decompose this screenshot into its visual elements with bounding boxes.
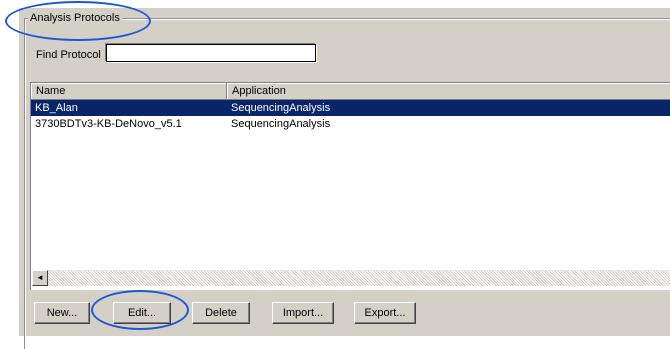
table-row[interactable]: KB_Alan SequencingAnalysis [31, 100, 670, 116]
cell-name: KB_Alan [35, 102, 78, 114]
find-protocol-label: Find Protocol [36, 49, 101, 61]
cell-application: SequencingAnalysis [231, 102, 331, 114]
delete-button[interactable]: Delete [192, 302, 250, 324]
find-protocol-input[interactable] [106, 44, 316, 62]
horizontal-scrollbar[interactable]: ◄ [32, 270, 670, 286]
column-header-application[interactable]: Application [227, 83, 670, 99]
group-title: Analysis Protocols [28, 11, 122, 25]
table-row[interactable]: 3730BDTv3-KB-DeNovo_v5.1 SequencingAnaly… [31, 116, 670, 132]
cell-application: SequencingAnalysis [231, 118, 331, 130]
scroll-left-button[interactable]: ◄ [32, 270, 48, 286]
column-header-name[interactable]: Name [31, 83, 227, 99]
edit-button[interactable]: Edit... [113, 302, 171, 324]
arrow-left-icon: ◄ [36, 273, 44, 282]
new-button[interactable]: New... [34, 302, 90, 324]
import-button[interactable]: Import... [272, 302, 334, 324]
export-button[interactable]: Export... [354, 302, 416, 324]
table-header: Name Application [31, 83, 670, 100]
protocols-table: Name Application KB_Alan SequencingAnaly… [30, 82, 670, 290]
cell-name: 3730BDTv3-KB-DeNovo_v5.1 [35, 118, 182, 130]
